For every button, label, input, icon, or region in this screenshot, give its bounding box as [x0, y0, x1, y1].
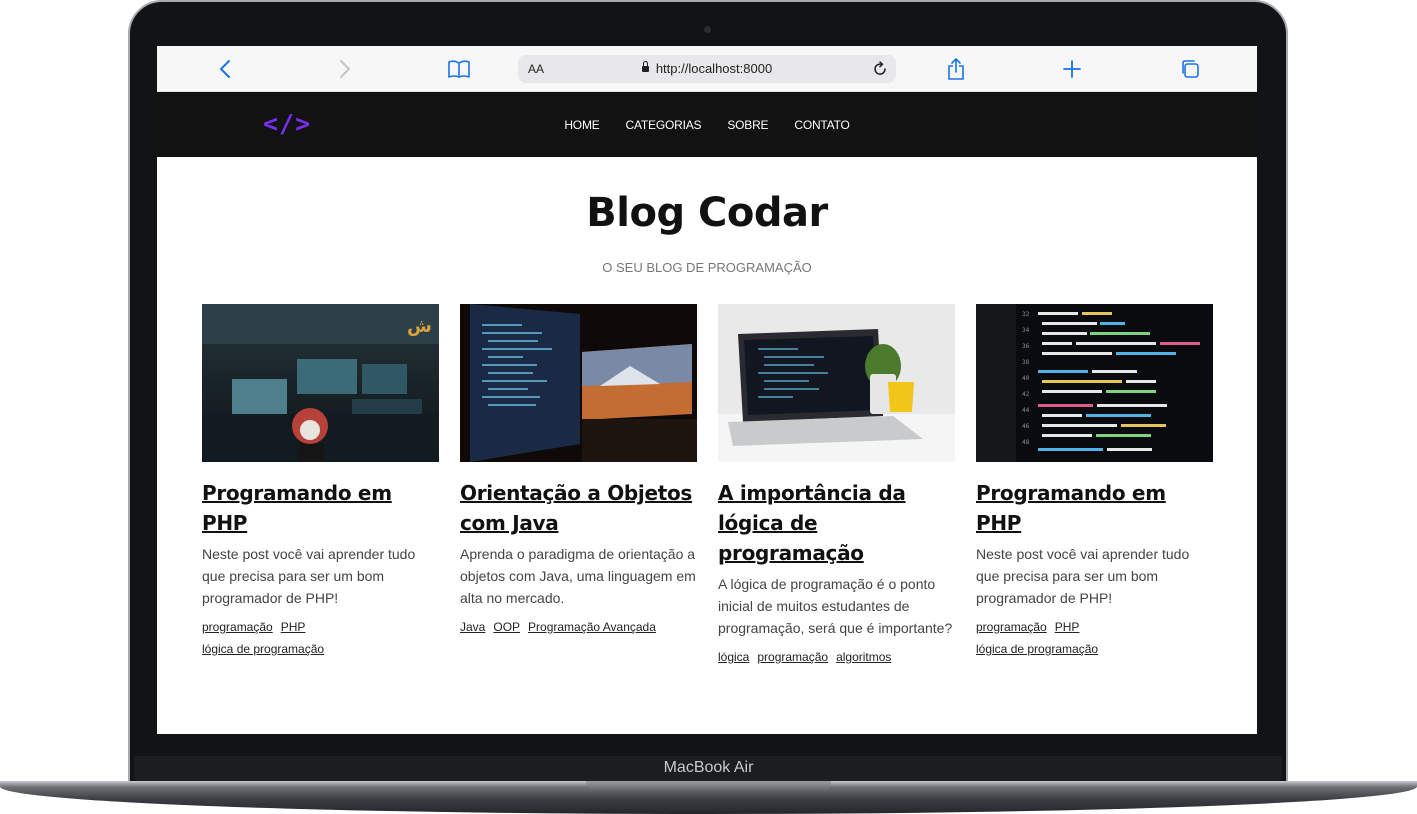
post-card: ش Programando em PHP Neste post você vai…	[202, 304, 439, 660]
post-description: Neste post você vai aprender tudo que pr…	[976, 546, 1190, 606]
tag-link[interactable]: PHP	[1055, 620, 1080, 634]
lock-icon	[641, 61, 649, 72]
post-card: A importância da lógica de programação A…	[718, 304, 955, 668]
svg-text:ش: ش	[407, 316, 432, 337]
url-text: http://localhost:8000	[655, 61, 773, 76]
post-card: 32 34 36 38 40 42 44 46 48 Programando e…	[976, 304, 1213, 660]
post-description: A lógica de programação é o ponto inicia…	[718, 576, 953, 636]
book-icon[interactable]	[447, 46, 471, 92]
address-bar[interactable]: AA http://localhost:8000	[518, 55, 896, 83]
svg-text:36: 36	[1022, 343, 1030, 350]
page-title: Blog Codar	[586, 190, 828, 236]
camera-icon	[704, 26, 711, 33]
svg-text:34: 34	[1022, 327, 1030, 334]
reload-icon[interactable]	[872, 55, 888, 86]
nav-categorias[interactable]: CATEGORIAS	[626, 118, 702, 132]
post-title[interactable]: Programando em PHP	[976, 478, 1213, 538]
main-menu: HOME CATEGORIAS SOBRE CONTATO	[157, 92, 1257, 157]
post-tags: programação PHP lógica de programação	[202, 616, 439, 660]
post-tags: programação PHP lógica de programação	[976, 616, 1213, 660]
nav-contato[interactable]: CONTATO	[794, 118, 849, 132]
tag-link[interactable]: programação	[976, 620, 1047, 634]
post-title[interactable]: A importância da lógica de programação	[718, 478, 955, 568]
laptop-notch	[586, 781, 831, 792]
tag-link[interactable]: PHP	[281, 620, 306, 634]
svg-text:42: 42	[1022, 391, 1030, 398]
nav-sobre[interactable]: SOBRE	[727, 118, 768, 132]
post-description: Neste post você vai aprender tudo que pr…	[202, 546, 416, 606]
site-header: </> HOME CATEGORIAS SOBRE CONTATO	[157, 92, 1257, 157]
svg-text:44: 44	[1022, 407, 1030, 414]
tag-link[interactable]: OOP	[493, 620, 520, 634]
nav-home[interactable]: HOME	[564, 118, 599, 132]
post-thumbnail[interactable]	[460, 304, 697, 462]
tag-link[interactable]: lógica	[718, 650, 749, 664]
tag-link[interactable]: lógica de programação	[976, 642, 1098, 656]
svg-text:38: 38	[1022, 359, 1030, 366]
post-thumbnail[interactable]: ش	[202, 304, 439, 462]
post-title[interactable]: Orientação a Objetos com Java	[460, 478, 697, 538]
svg-text:46: 46	[1022, 423, 1030, 430]
post-thumbnail[interactable]: 32 34 36 38 40 42 44 46 48	[976, 304, 1213, 462]
post-title[interactable]: Programando em PHP	[202, 478, 439, 538]
url-display: http://localhost:8000	[518, 55, 896, 83]
post-thumbnail[interactable]	[718, 304, 955, 462]
post-tags: Java OOP Programação Avançada	[460, 616, 697, 638]
post-description: Aprenda o paradigma de orientação a obje…	[460, 546, 696, 606]
browser-screen: AA http://localhost:8000 </> HOME CATEGO…	[157, 46, 1257, 734]
share-icon[interactable]	[945, 46, 967, 92]
tag-link[interactable]: programação	[202, 620, 273, 634]
svg-text:40: 40	[1022, 375, 1030, 382]
page-subtitle: O SEU BLOG DE PROGRAMAÇÃO	[602, 260, 812, 275]
tag-link[interactable]: Programação Avançada	[528, 620, 656, 634]
chevron-left-icon[interactable]	[215, 46, 235, 92]
tabs-icon[interactable]	[1179, 46, 1201, 92]
tag-link[interactable]: lógica de programação	[202, 642, 324, 656]
post-tags: lógica programação algoritmos	[718, 646, 955, 668]
chevron-right-icon[interactable]	[335, 46, 355, 92]
tag-link[interactable]: Java	[460, 620, 485, 634]
tag-link[interactable]: algoritmos	[836, 650, 891, 664]
svg-text:48: 48	[1022, 439, 1030, 446]
svg-text:32: 32	[1022, 311, 1030, 318]
plus-icon[interactable]	[1061, 46, 1083, 92]
device-label: MacBook Air	[663, 759, 754, 776]
tag-link[interactable]: programação	[757, 650, 828, 664]
post-card: Orientação a Objetos com Java Aprenda o …	[460, 304, 697, 638]
browser-toolbar: AA http://localhost:8000	[157, 46, 1257, 92]
